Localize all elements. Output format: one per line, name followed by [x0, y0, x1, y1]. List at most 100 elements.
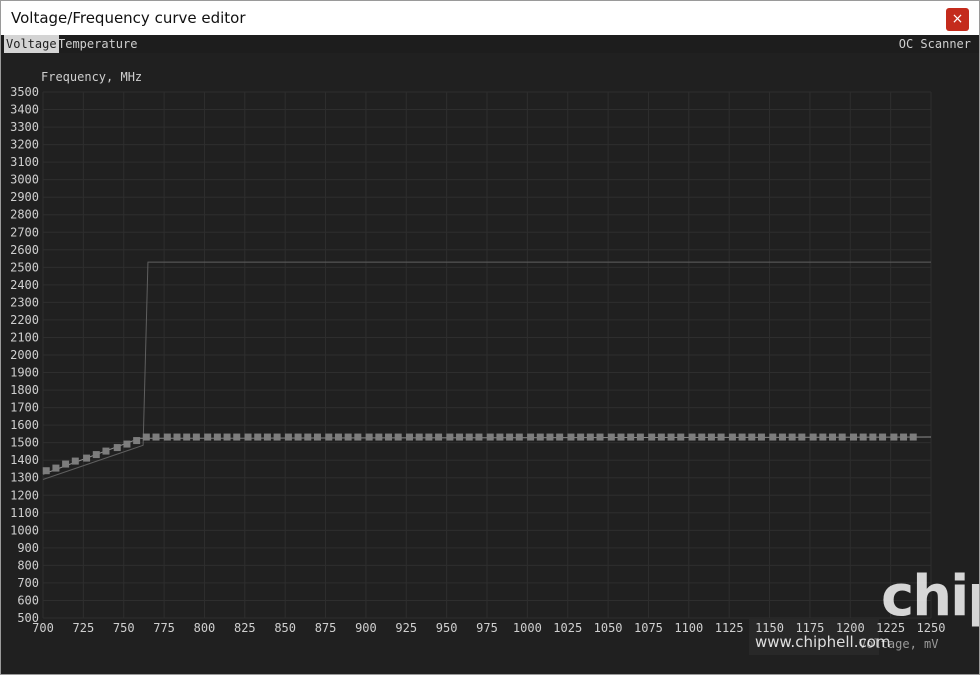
curve-point[interactable] — [313, 433, 321, 441]
curve-point[interactable] — [223, 433, 231, 441]
curve-point[interactable] — [213, 433, 221, 441]
curve-point[interactable] — [435, 433, 443, 441]
curve-point[interactable] — [506, 433, 514, 441]
curve-point[interactable] — [677, 433, 685, 441]
curve-point[interactable] — [102, 447, 110, 455]
curve-point[interactable] — [809, 433, 817, 441]
curve-point[interactable] — [617, 433, 625, 441]
curve-point[interactable] — [688, 433, 696, 441]
curve-point[interactable] — [475, 433, 483, 441]
curve-point[interactable] — [829, 433, 837, 441]
tab-temperature[interactable]: Temperature — [56, 35, 139, 53]
curve-point[interactable] — [536, 433, 544, 441]
curve-point[interactable] — [527, 433, 535, 441]
curve-point[interactable] — [375, 433, 383, 441]
curve-point[interactable] — [62, 460, 70, 468]
curve-point[interactable] — [394, 433, 402, 441]
curve-point[interactable] — [748, 433, 756, 441]
curve-point[interactable] — [304, 433, 312, 441]
curve-point[interactable] — [798, 433, 806, 441]
curve-point[interactable] — [869, 433, 877, 441]
curve-point[interactable] — [728, 433, 736, 441]
x-tick-label: 925 — [395, 621, 417, 635]
curve-point[interactable] — [254, 433, 262, 441]
curve-point[interactable] — [657, 433, 665, 441]
curve-point[interactable] — [667, 433, 675, 441]
curve-point[interactable] — [92, 451, 100, 459]
curve-points[interactable] — [42, 433, 917, 475]
curve-point[interactable] — [446, 433, 454, 441]
curve-point[interactable] — [850, 433, 858, 441]
curve-point[interactable] — [142, 433, 150, 441]
curve-point[interactable] — [284, 433, 292, 441]
x-tick-label: 800 — [194, 621, 216, 635]
curve-point[interactable] — [244, 433, 252, 441]
vf-curve-graph[interactable]: Frequency, MHz 5006007008009001000110012… — [1, 57, 979, 657]
curve-point[interactable] — [909, 433, 917, 441]
curve-point[interactable] — [707, 433, 715, 441]
curve-point[interactable] — [717, 433, 725, 441]
curve-point[interactable] — [344, 433, 352, 441]
curve-point[interactable] — [819, 433, 827, 441]
y-tick-label: 2400 — [10, 278, 39, 292]
curve-point[interactable] — [556, 433, 564, 441]
curve-point[interactable] — [698, 433, 706, 441]
curve-point[interactable] — [52, 464, 60, 472]
curve-point[interactable] — [192, 433, 200, 441]
curve-point[interactable] — [486, 433, 494, 441]
curve-point[interactable] — [577, 433, 585, 441]
curve-point[interactable] — [325, 433, 333, 441]
y-tick-label: 2600 — [10, 243, 39, 257]
curve-point[interactable] — [406, 433, 414, 441]
curve-point[interactable] — [365, 433, 373, 441]
curve-point[interactable] — [596, 433, 604, 441]
curve-point[interactable] — [900, 433, 908, 441]
curve-point[interactable] — [113, 444, 121, 452]
curve-point[interactable] — [778, 433, 786, 441]
y-tick-label: 2300 — [10, 295, 39, 309]
curve-point[interactable] — [233, 433, 241, 441]
curve-point[interactable] — [42, 467, 50, 475]
close-button[interactable]: × — [946, 8, 969, 31]
curve-point[interactable] — [204, 433, 212, 441]
curve-point[interactable] — [515, 433, 523, 441]
curve-point[interactable] — [263, 433, 271, 441]
curve-point[interactable] — [273, 433, 281, 441]
curve-point[interactable] — [385, 433, 393, 441]
curve-point[interactable] — [757, 433, 765, 441]
x-tick-label: 700 — [32, 621, 54, 635]
tab-voltage[interactable]: Voltage — [4, 35, 59, 53]
curve-point[interactable] — [496, 433, 504, 441]
curve-point[interactable] — [152, 433, 160, 441]
curve-point[interactable] — [788, 433, 796, 441]
y-tick-label: 800 — [17, 558, 39, 572]
curve-point[interactable] — [415, 433, 423, 441]
curve-point[interactable] — [636, 433, 644, 441]
curve-point[interactable] — [133, 437, 141, 445]
curve-point[interactable] — [738, 433, 746, 441]
curve-point[interactable] — [334, 433, 342, 441]
curve-point[interactable] — [546, 433, 554, 441]
curve-point[interactable] — [173, 433, 181, 441]
curve-point[interactable] — [425, 433, 433, 441]
oc-scanner-button[interactable]: OC Scanner — [899, 35, 971, 53]
curve-point[interactable] — [83, 454, 91, 462]
curve-point[interactable] — [465, 433, 473, 441]
curve-point[interactable] — [163, 433, 171, 441]
curve-point[interactable] — [769, 433, 777, 441]
curve-point[interactable] — [607, 433, 615, 441]
curve-point[interactable] — [183, 433, 191, 441]
curve-point[interactable] — [567, 433, 575, 441]
curve-point[interactable] — [354, 433, 362, 441]
curve-point[interactable] — [586, 433, 594, 441]
curve-point[interactable] — [648, 433, 656, 441]
curve-point[interactable] — [71, 457, 79, 465]
curve-point[interactable] — [890, 433, 898, 441]
curve-point[interactable] — [456, 433, 464, 441]
curve-point[interactable] — [627, 433, 635, 441]
curve-point[interactable] — [838, 433, 846, 441]
curve-point[interactable] — [123, 440, 131, 448]
curve-point[interactable] — [879, 433, 887, 441]
curve-point[interactable] — [859, 433, 867, 441]
curve-point[interactable] — [294, 433, 302, 441]
